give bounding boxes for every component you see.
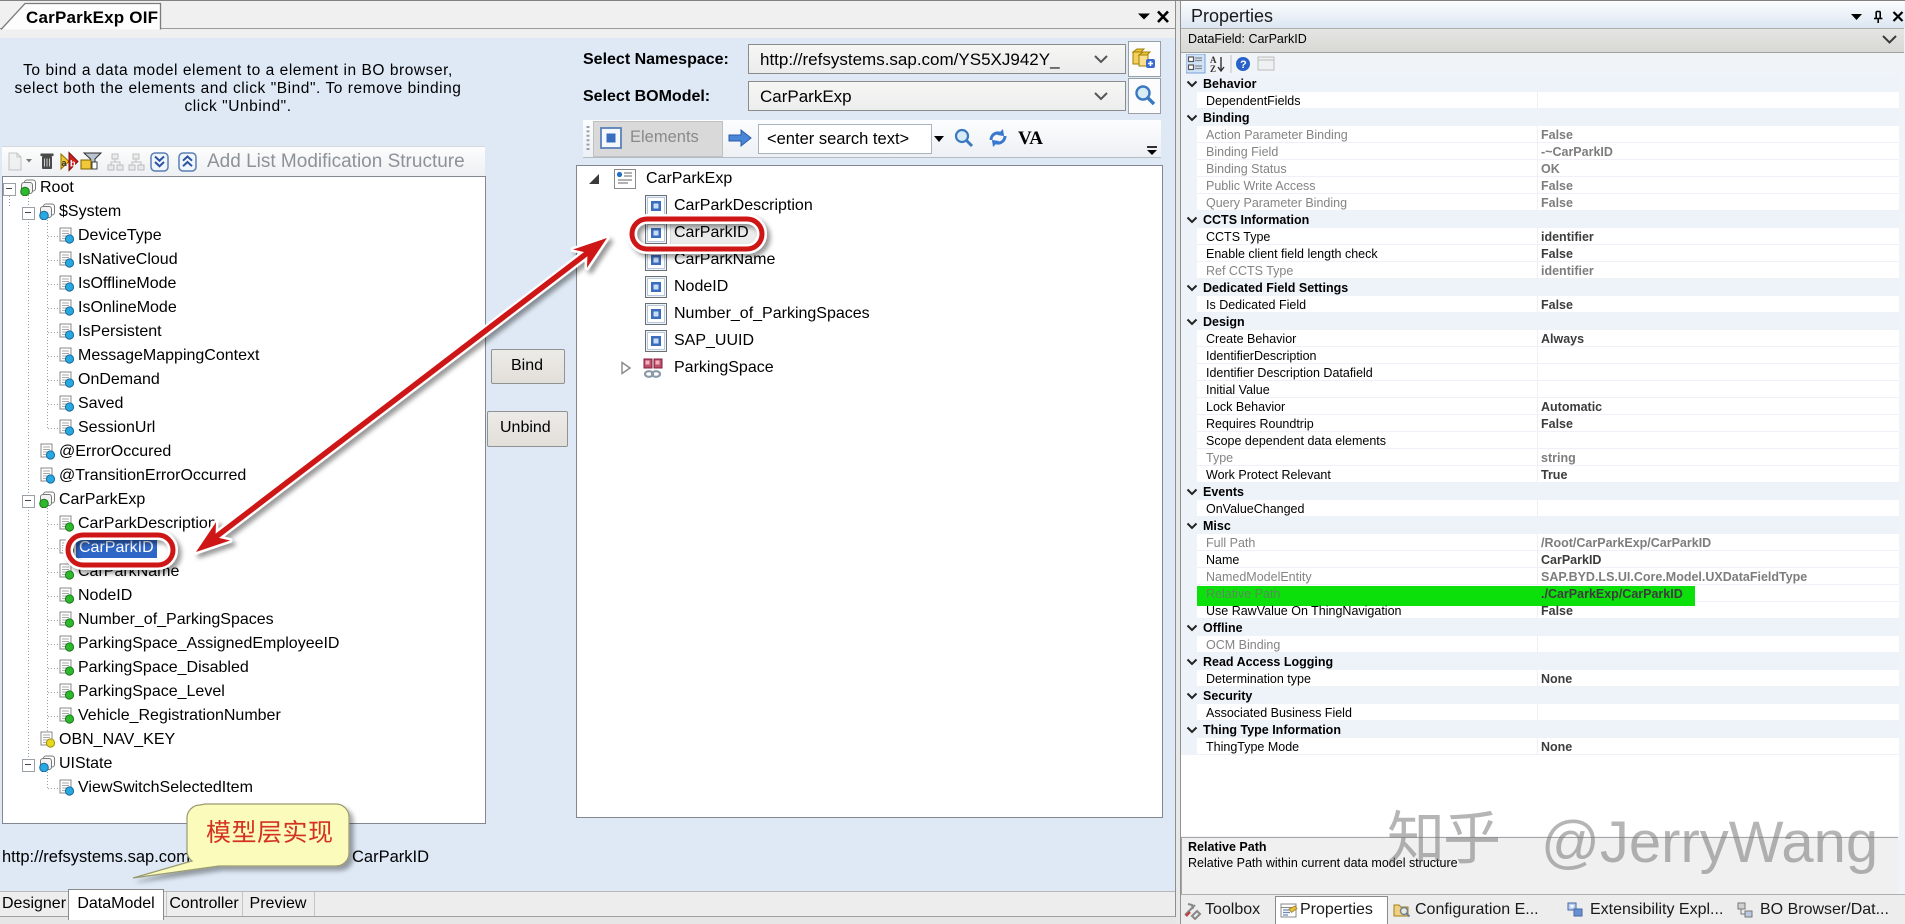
svg-text:?: ?: [1240, 59, 1247, 71]
svg-text:@JerryWang: @JerryWang: [1541, 810, 1878, 875]
svg-text:b: b: [70, 159, 76, 169]
svg-text:Z: Z: [1210, 64, 1216, 74]
